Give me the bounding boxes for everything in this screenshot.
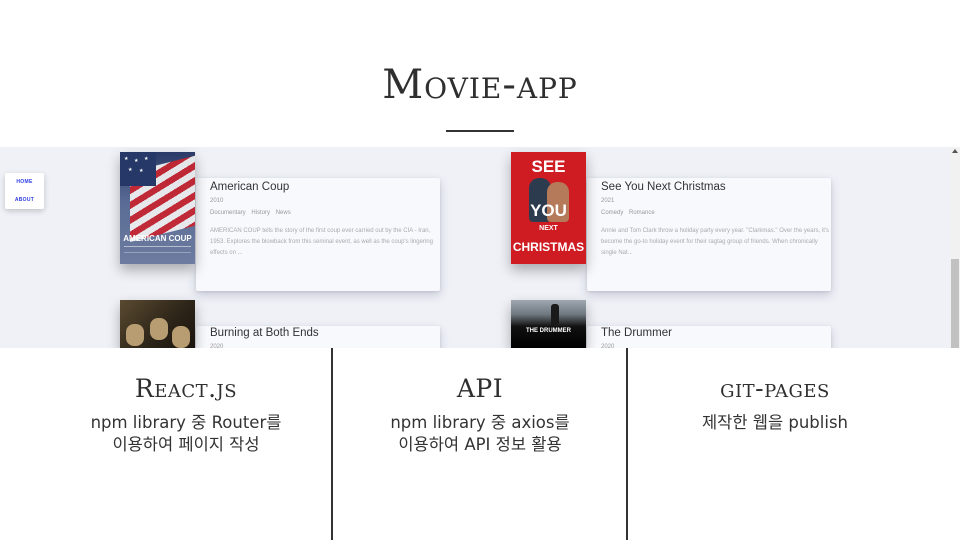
- flag-canton: ★ ★ ★ ★ ★: [120, 152, 156, 186]
- star-icon: ★: [124, 156, 129, 162]
- genre-tag: History: [251, 210, 271, 216]
- genre-tag: Documentary: [210, 210, 246, 216]
- column-api: API npm library 중 axios를 이용하여 API 정보 활용: [330, 348, 630, 540]
- nav-about-link[interactable]: ABOUT: [5, 197, 44, 203]
- page-scrollbar[interactable]: [950, 147, 960, 348]
- movie-summary: Annie and Tom Clark throw a holiday part…: [601, 228, 830, 256]
- poster-figure: [150, 318, 168, 340]
- scroll-up-arrow-icon[interactable]: [952, 149, 958, 153]
- movie-year: 2021: [601, 198, 615, 204]
- description-line: 이용하여 API 정보 활용: [398, 435, 562, 454]
- description-line: 이용하여 페이지 작성: [112, 435, 260, 454]
- poster-figure: [172, 326, 190, 348]
- star-icon: ★: [144, 156, 149, 162]
- movie-poster: ★ ★ ★ ★ ★ AMERICAN COUP: [120, 152, 195, 264]
- genre-tag: Comedy: [601, 210, 624, 216]
- movie-card[interactable]: See You Next Christmas 2021 Comedy Roman…: [587, 178, 831, 291]
- movie-poster: SEE YOU NEXT CHRISTMAS: [511, 152, 586, 264]
- column-title: React.js: [134, 374, 238, 403]
- movie-card[interactable]: The Drummer 2020: [587, 326, 831, 348]
- poster-tagline: [124, 246, 191, 253]
- poster-title: NEXT: [539, 225, 558, 232]
- poster-title: THE DRUMMER: [526, 328, 571, 334]
- genre-tag: Romance: [629, 210, 655, 216]
- column-title: API: [456, 374, 504, 403]
- column-title: git-pages: [720, 374, 830, 403]
- column-description: npm library 중 Router를 이용하여 페이지 작성: [36, 412, 336, 456]
- movie-poster: [120, 300, 195, 348]
- app-screenshot: HOME ABOUT American Coup 2010 Documentar…: [0, 147, 960, 348]
- poster-title: SEE: [531, 157, 566, 176]
- nav-home-link[interactable]: HOME: [5, 179, 44, 185]
- column-git-pages: git-pages 제작한 웹을 publish: [625, 348, 925, 540]
- movie-card[interactable]: Burning at Both Ends 2020: [196, 326, 440, 348]
- scrollbar-thumb[interactable]: [951, 259, 959, 348]
- star-icon: ★: [134, 158, 139, 164]
- column-description: npm library 중 axios를 이용하여 API 정보 활용: [330, 412, 630, 456]
- slide-title: Movie-app: [382, 62, 578, 108]
- title-underline: [446, 130, 514, 132]
- star-icon: ★: [139, 168, 144, 174]
- description-line: npm library 중 Router를: [90, 413, 282, 432]
- star-icon: ★: [128, 167, 133, 173]
- description-line: 제작한 웹을 publish: [701, 413, 849, 432]
- movie-card[interactable]: American Coup 2010 Documentary History N…: [196, 178, 440, 291]
- movie-title[interactable]: See You Next Christmas: [601, 181, 726, 193]
- column-description: 제작한 웹을 publish: [625, 412, 925, 434]
- nav-menu: HOME ABOUT: [5, 173, 44, 209]
- genre-tag: News: [275, 210, 291, 216]
- poster-title: CHRISTMAS: [512, 240, 585, 254]
- poster-figure: [126, 324, 144, 346]
- movie-title[interactable]: The Drummer: [601, 327, 672, 339]
- movie-genres: Comedy Romance: [601, 210, 659, 216]
- movie-genres: Documentary History News: [210, 210, 295, 216]
- movie-summary: AMERICAN COUP tells the story of the fir…: [210, 228, 433, 256]
- movie-poster: THE DRUMMER: [511, 300, 586, 348]
- description-line: npm library 중 axios를: [390, 413, 570, 432]
- poster-title: AMERICAN COUP: [123, 234, 192, 243]
- movie-year: 2010: [210, 198, 224, 204]
- poster-title: YOU: [530, 201, 567, 220]
- column-reactjs: React.js npm library 중 Router를 이용하여 페이지 …: [36, 348, 336, 540]
- poster-figure: [551, 304, 559, 326]
- movie-title[interactable]: American Coup: [210, 181, 289, 193]
- movie-title[interactable]: Burning at Both Ends: [210, 327, 319, 339]
